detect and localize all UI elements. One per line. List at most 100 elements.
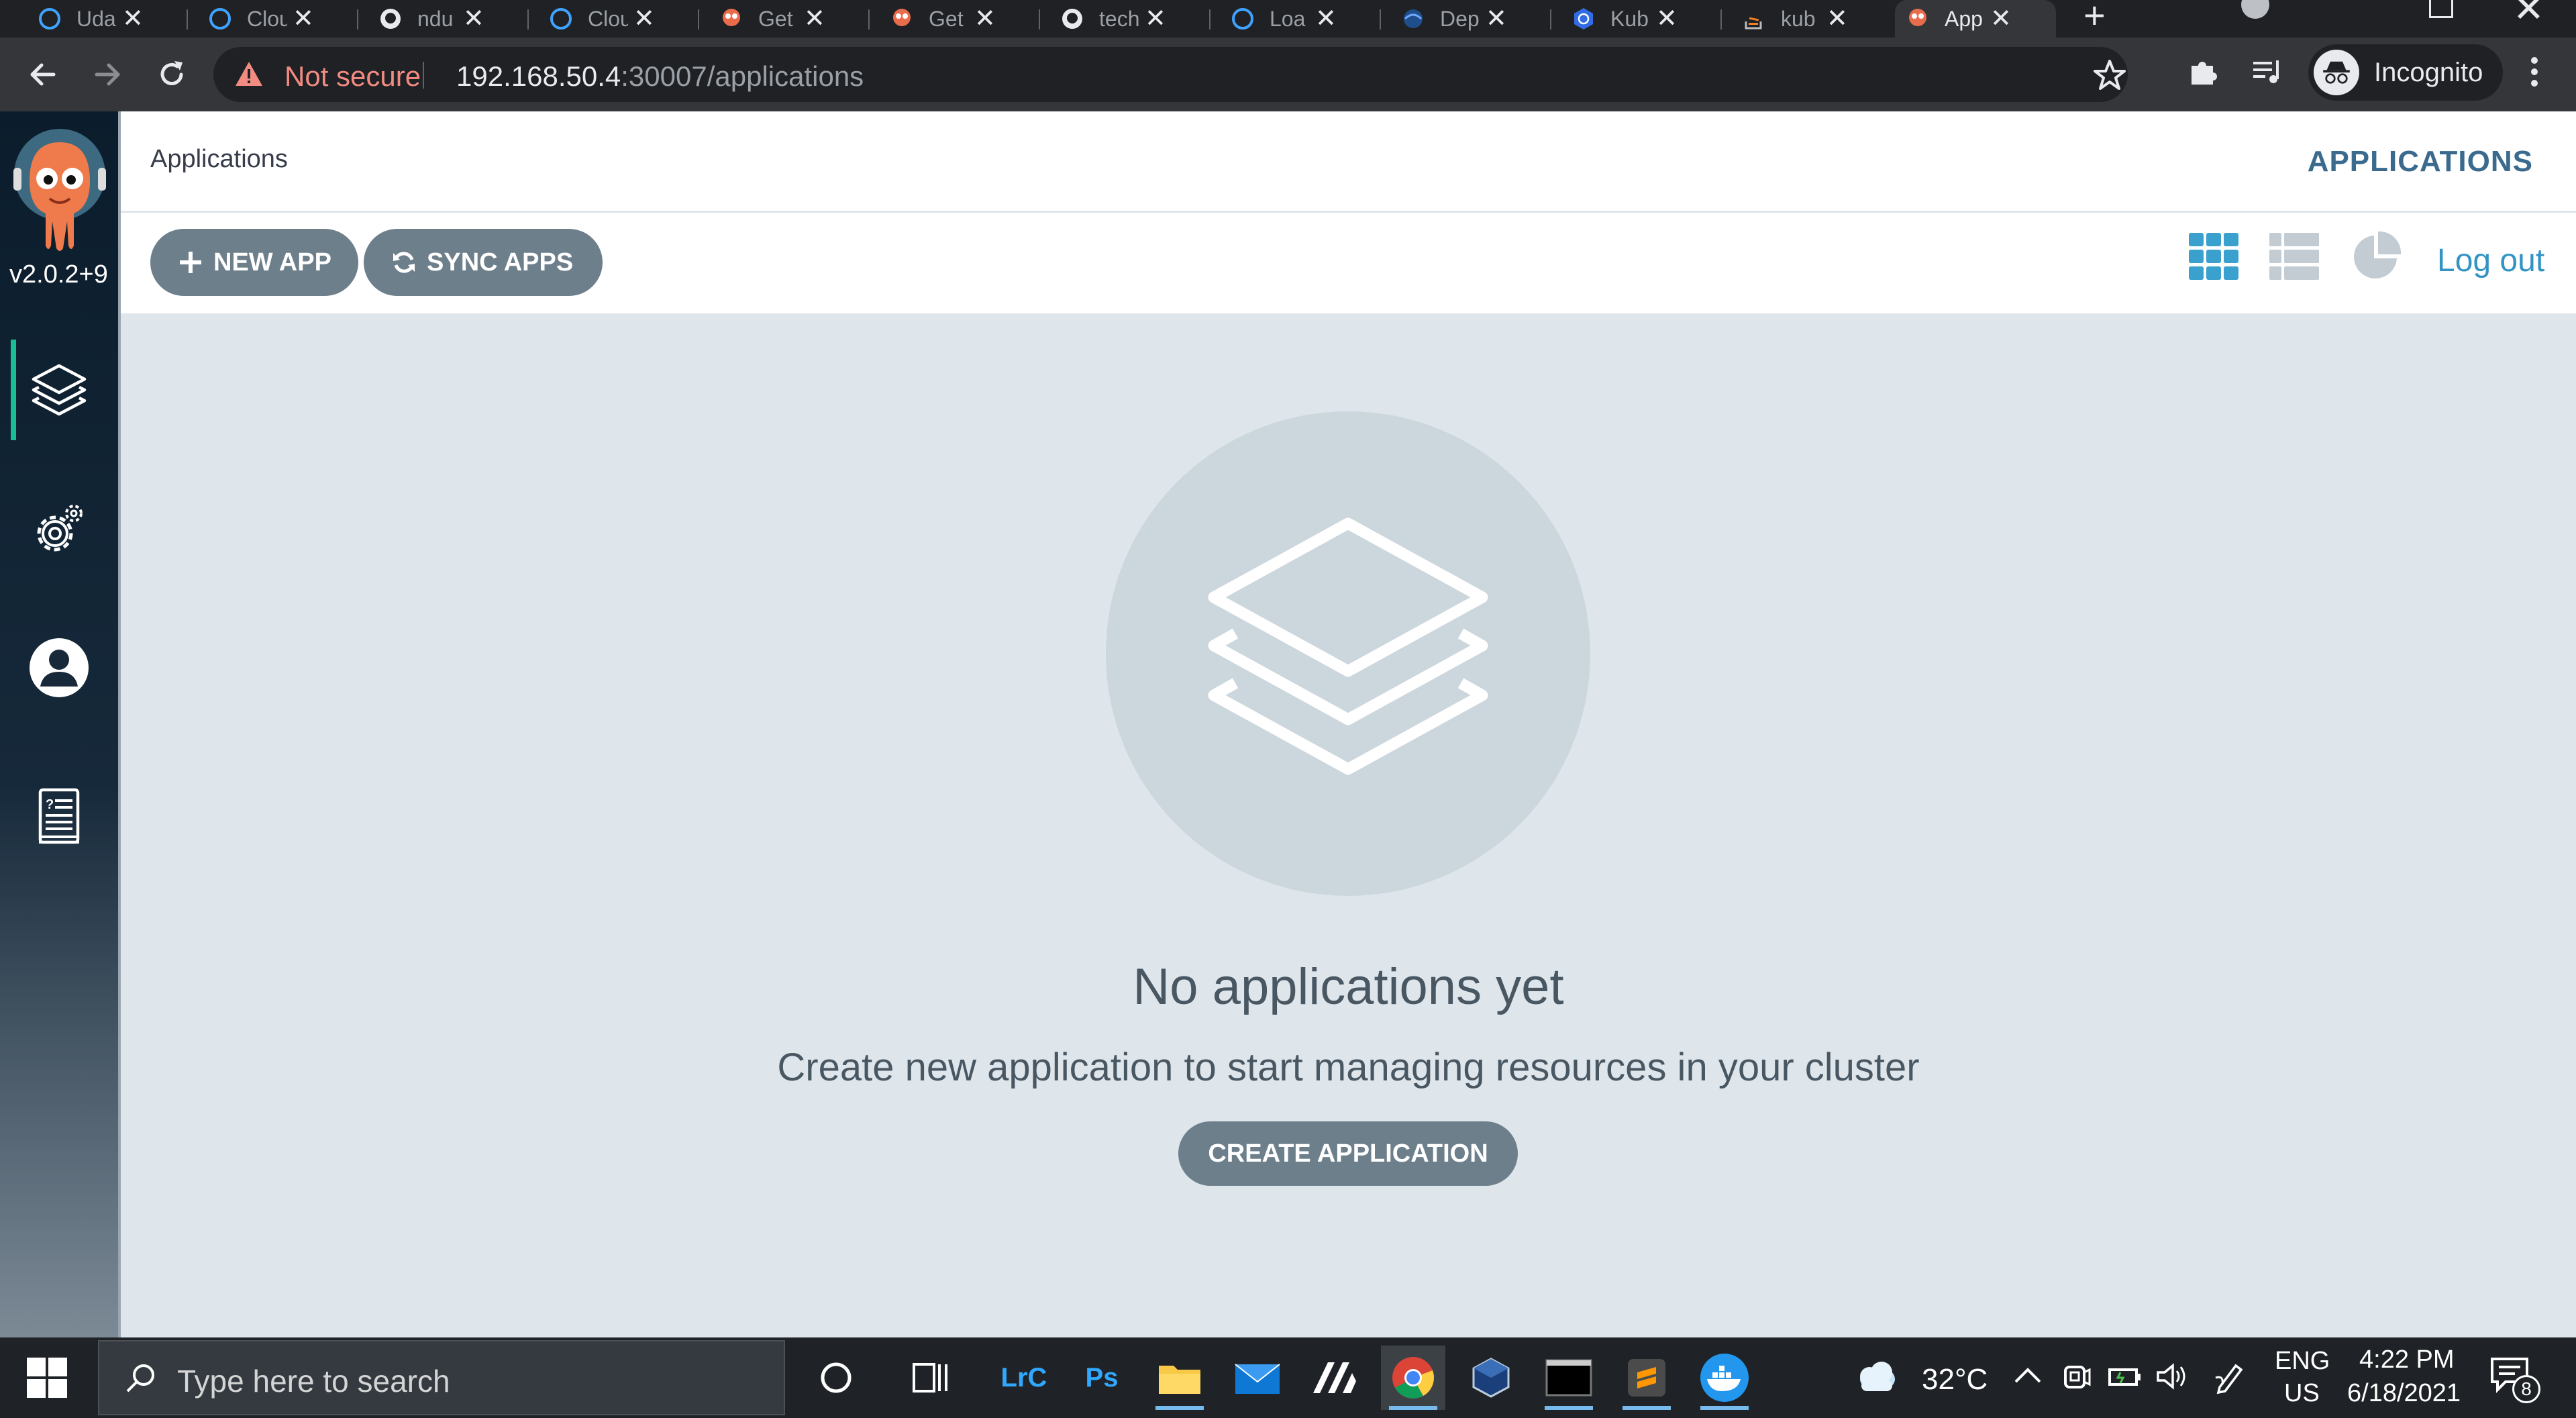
sync-apps-label: SYNC APPS	[427, 248, 574, 276]
notification-count-badge: 8	[2512, 1375, 2540, 1403]
close-tab-icon[interactable]: ✕	[122, 6, 144, 32]
close-tab-icon[interactable]: ✕	[1990, 6, 2012, 32]
browser-tab[interactable]: Clou ✕	[197, 0, 352, 38]
close-tab-icon[interactable]: ✕	[974, 6, 996, 32]
warning-icon[interactable]	[234, 59, 264, 90]
media-control-icon[interactable]	[2249, 54, 2285, 90]
close-tab-icon[interactable]: ✕	[1486, 6, 1507, 32]
more-vert-icon[interactable]	[2518, 54, 2551, 90]
browser-tab[interactable]: Get ✕	[879, 0, 1033, 38]
browser-tab[interactable]: Kub ✕	[1561, 0, 1715, 38]
taskbar-search-box[interactable]: Type here to search	[98, 1340, 785, 1415]
file-explorer-icon[interactable]	[1147, 1346, 1212, 1410]
chrome-icon[interactable]	[1381, 1346, 1445, 1410]
volume-icon[interactable]	[2155, 1358, 2190, 1395]
lightroom-icon[interactable]: LrC	[992, 1346, 1056, 1410]
close-tab-icon[interactable]: ✕	[1145, 6, 1166, 32]
cortana-icon[interactable]	[804, 1346, 868, 1410]
kubernetes-icon	[1570, 5, 1597, 32]
new-app-button[interactable]: NEW APP	[150, 229, 358, 296]
browser-tab[interactable]: Uda ✕	[27, 0, 181, 38]
tab-title: Get	[929, 6, 964, 31]
docker-icon[interactable]	[1692, 1346, 1757, 1410]
tab-title: kub	[1781, 6, 1816, 31]
list-view-icon[interactable]	[2268, 230, 2320, 283]
empty-state-illustration	[1106, 411, 1590, 896]
security-status[interactable]: Not secure	[285, 60, 421, 93]
svg-text:?: ?	[46, 797, 54, 812]
clock-date[interactable]: 6/18/2021	[2347, 1379, 2461, 1408]
tab-title: App	[1945, 6, 1983, 31]
browser-tab[interactable]: Get ✕	[709, 0, 863, 38]
search-icon	[126, 1364, 154, 1392]
meet-now-icon[interactable]	[2059, 1358, 2094, 1395]
sidebar-item-applications[interactable]	[0, 340, 118, 440]
close-tab-icon[interactable]: ✕	[1826, 6, 1848, 32]
forward-arrow-icon	[95, 63, 120, 86]
mail-icon[interactable]	[1225, 1346, 1290, 1410]
cloud-weather-icon[interactable]	[1852, 1356, 1899, 1397]
battery-icon[interactable]	[2107, 1358, 2142, 1395]
tab-title: Clou	[588, 6, 628, 31]
terminal-icon[interactable]	[1537, 1346, 1601, 1410]
language-indicator[interactable]: ENG	[2275, 1347, 2330, 1376]
running-indicator	[1545, 1406, 1593, 1410]
summary-pie-icon[interactable]	[2350, 230, 2402, 283]
browser-tab[interactable]: ndu ✕	[368, 0, 522, 38]
photoshop-icon[interactable]: Ps	[1070, 1346, 1134, 1410]
close-tab-icon[interactable]: ✕	[804, 6, 825, 32]
browser-tab-active[interactable]: App ✕	[1895, 0, 2056, 38]
restore-window-icon[interactable]	[2429, 0, 2453, 18]
docs-icon: ?	[38, 788, 80, 844]
bookmark-star-icon[interactable]	[2092, 58, 2127, 93]
sublime-text-icon[interactable]	[1614, 1346, 1679, 1410]
close-tab-icon[interactable]: ✕	[293, 6, 314, 32]
virtualbox-icon[interactable]	[1459, 1346, 1523, 1410]
sidebar-item-settings[interactable]	[0, 479, 118, 580]
forward-button[interactable]	[86, 53, 129, 96]
url-text[interactable]: 192.168.50.4:30007/applications	[456, 60, 864, 93]
browser-tab[interactable]: kub ✕	[1731, 0, 1886, 38]
reload-button[interactable]	[150, 53, 193, 96]
logout-link[interactable]: Log out	[2437, 242, 2544, 279]
running-indicator	[1700, 1406, 1749, 1410]
app-icon[interactable]	[1303, 1346, 1368, 1410]
pen-icon[interactable]	[2212, 1358, 2247, 1395]
close-tab-icon[interactable]: ✕	[1315, 6, 1337, 32]
sync-apps-button[interactable]: SYNC APPS	[364, 229, 603, 296]
close-window-icon[interactable]: ✕	[2513, 0, 2544, 31]
photoshop-label: Ps	[1085, 1362, 1119, 1392]
language-region[interactable]: US	[2284, 1379, 2320, 1408]
tab-title: Loa	[1270, 6, 1306, 31]
temperature-label[interactable]: 32°C	[1922, 1363, 1988, 1397]
address-bar[interactable]: Not secure 192.168.50.4:30007/applicatio…	[213, 47, 2128, 102]
clock-time[interactable]: 4:22 PM	[2359, 1346, 2455, 1374]
page-title: Applications	[150, 145, 288, 173]
profile-label: Incognito	[2374, 57, 2483, 87]
browser-tab[interactable]: Clou ✕	[538, 0, 692, 38]
extensions-puzzle-icon[interactable]	[2185, 54, 2221, 90]
browser-tab[interactable]: Dep ✕	[1390, 0, 1545, 38]
close-tab-icon[interactable]: ✕	[633, 6, 655, 32]
sidebar-item-user-info[interactable]	[0, 617, 118, 718]
tab-title: Get	[758, 6, 793, 31]
sidebar-item-documentation[interactable]: ?	[0, 766, 118, 867]
url-host: 192.168.50.4	[456, 60, 621, 92]
create-application-button[interactable]: CREATE APPLICATION	[1178, 1121, 1518, 1186]
chevron-up-icon[interactable]	[2010, 1358, 2045, 1395]
browser-tab[interactable]: tech ✕	[1049, 0, 1204, 38]
tiles-view-icon[interactable]	[2187, 230, 2240, 283]
new-tab-button[interactable]: +	[2083, 0, 2106, 37]
profile-incognito-button[interactable]: Incognito	[2308, 44, 2504, 101]
close-tab-icon[interactable]: ✕	[463, 6, 484, 32]
back-button[interactable]	[21, 53, 64, 96]
argo-logo[interactable]	[9, 128, 110, 255]
task-view-icon[interactable]	[899, 1346, 964, 1410]
browser-tab[interactable]: Loa ✕	[1220, 0, 1374, 38]
tab-title: Clou	[247, 6, 287, 31]
windows-start-icon[interactable]	[25, 1356, 68, 1399]
url-path: :30007/applications	[621, 60, 864, 92]
close-tab-icon[interactable]: ✕	[1656, 6, 1678, 32]
tab-search-button[interactable]	[2241, 0, 2269, 19]
applications-breadcrumb-link[interactable]: APPLICATIONS	[2308, 145, 2533, 179]
